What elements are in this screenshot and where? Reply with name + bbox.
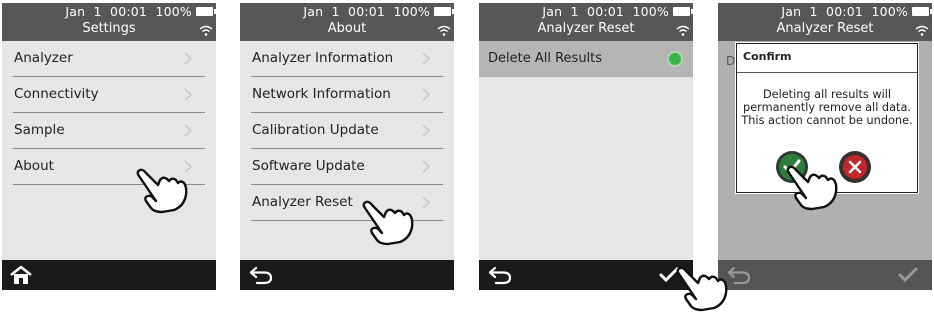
settings-screen: Jan 1 00:01 100% Settings Analyzer Conne… <box>2 3 216 290</box>
menu-item-label: Analyzer Information <box>252 50 394 66</box>
status-datetime-battery: Jan 1 00:01 100% <box>303 4 430 19</box>
page-title: Analyzer Reset <box>776 21 874 36</box>
page-title: About <box>327 21 367 36</box>
bottom-bar <box>718 260 932 290</box>
menu-item-calibration-update[interactable]: Calibration Update <box>251 113 443 149</box>
menu-item-label: Analyzer <box>14 50 73 66</box>
menu-item-label: Connectivity <box>14 86 99 102</box>
wifi-icon <box>437 25 451 36</box>
menu-item-label: About <box>14 158 54 174</box>
bottom-bar <box>479 260 693 290</box>
selected-radio-icon[interactable] <box>669 53 681 65</box>
chevron-right-icon <box>422 52 430 65</box>
top-bar: Jan 1 00:01 100% Analyzer Reset <box>479 3 693 41</box>
tap-hand-icon <box>362 200 414 246</box>
menu-item-analyzer-information[interactable]: Analyzer Information <box>251 41 443 77</box>
menu-item-sample[interactable]: Sample <box>13 113 205 149</box>
top-bar: Jan 1 00:01 100% Settings <box>2 3 216 41</box>
back-arrow-icon[interactable] <box>487 265 513 285</box>
menu-item-software-update[interactable]: Software Update <box>251 149 443 185</box>
chevron-right-icon <box>422 124 430 137</box>
chevron-right-icon <box>184 52 192 65</box>
battery-icon <box>434 7 454 16</box>
status-datetime-battery: Jan 1 00:01 100% <box>781 4 908 19</box>
top-bar: Jan 1 00:01 100% Analyzer Reset <box>718 3 932 41</box>
chevron-right-icon <box>422 160 430 173</box>
top-bar: Jan 1 00:01 100% About <box>240 3 454 41</box>
status-datetime-battery: Jan 1 00:01 100% <box>65 4 192 19</box>
page-title: Settings <box>82 21 136 36</box>
menu-item-analyzer[interactable]: Analyzer <box>13 41 205 77</box>
about-menu: Analyzer Information Network Information… <box>240 41 454 221</box>
wifi-icon <box>676 25 690 36</box>
wifi-icon <box>915 25 929 36</box>
checkmark-icon[interactable] <box>898 267 918 283</box>
battery-icon <box>196 7 216 16</box>
analyzer-reset-confirm-screen: Jan 1 00:01 100% Analyzer Reset D Confir… <box>718 3 932 290</box>
chevron-right-icon <box>184 124 192 137</box>
menu-item-label: Sample <box>14 122 65 138</box>
battery-icon <box>673 7 693 16</box>
dialog-title: Confirm <box>743 50 792 63</box>
menu-item-connectivity[interactable]: Connectivity <box>13 77 205 113</box>
tap-hand-icon <box>786 165 838 211</box>
menu-item-label: Software Update <box>252 158 365 174</box>
battery-icon <box>912 7 932 16</box>
menu-item-label: Analyzer Reset <box>252 194 353 210</box>
cancel-close-button-icon[interactable] <box>838 150 872 184</box>
chevron-right-icon <box>422 196 430 209</box>
chevron-right-icon <box>184 88 192 101</box>
wifi-icon <box>199 25 213 36</box>
menu-item-label: Network Information <box>252 86 391 102</box>
page-title: Analyzer Reset <box>537 21 635 36</box>
dimmed-option-label: D <box>726 54 736 68</box>
about-screen: Jan 1 00:01 100% About Analyzer Informat… <box>240 3 454 290</box>
menu-item-network-information[interactable]: Network Information <box>251 77 443 113</box>
dialog-message: Deleting all results will permanently re… <box>741 88 913 127</box>
chevron-right-icon <box>422 88 430 101</box>
home-icon[interactable] <box>9 265 33 285</box>
back-arrow-icon[interactable] <box>248 265 274 285</box>
tap-hand-icon <box>136 168 188 214</box>
status-datetime-battery: Jan 1 00:01 100% <box>542 4 669 19</box>
tap-hand-icon <box>676 266 728 312</box>
dialog-header: Confirm <box>737 44 917 73</box>
delete-all-results-option[interactable]: Delete All Results <box>479 41 693 77</box>
bottom-bar <box>2 260 216 290</box>
settings-menu: Analyzer Connectivity Sample About <box>2 41 216 185</box>
analyzer-reset-screen: Jan 1 00:01 100% Analyzer Reset Delete A… <box>479 3 693 290</box>
option-label: Delete All Results <box>488 51 603 66</box>
bottom-bar <box>240 260 454 290</box>
menu-item-label: Calibration Update <box>252 122 379 138</box>
